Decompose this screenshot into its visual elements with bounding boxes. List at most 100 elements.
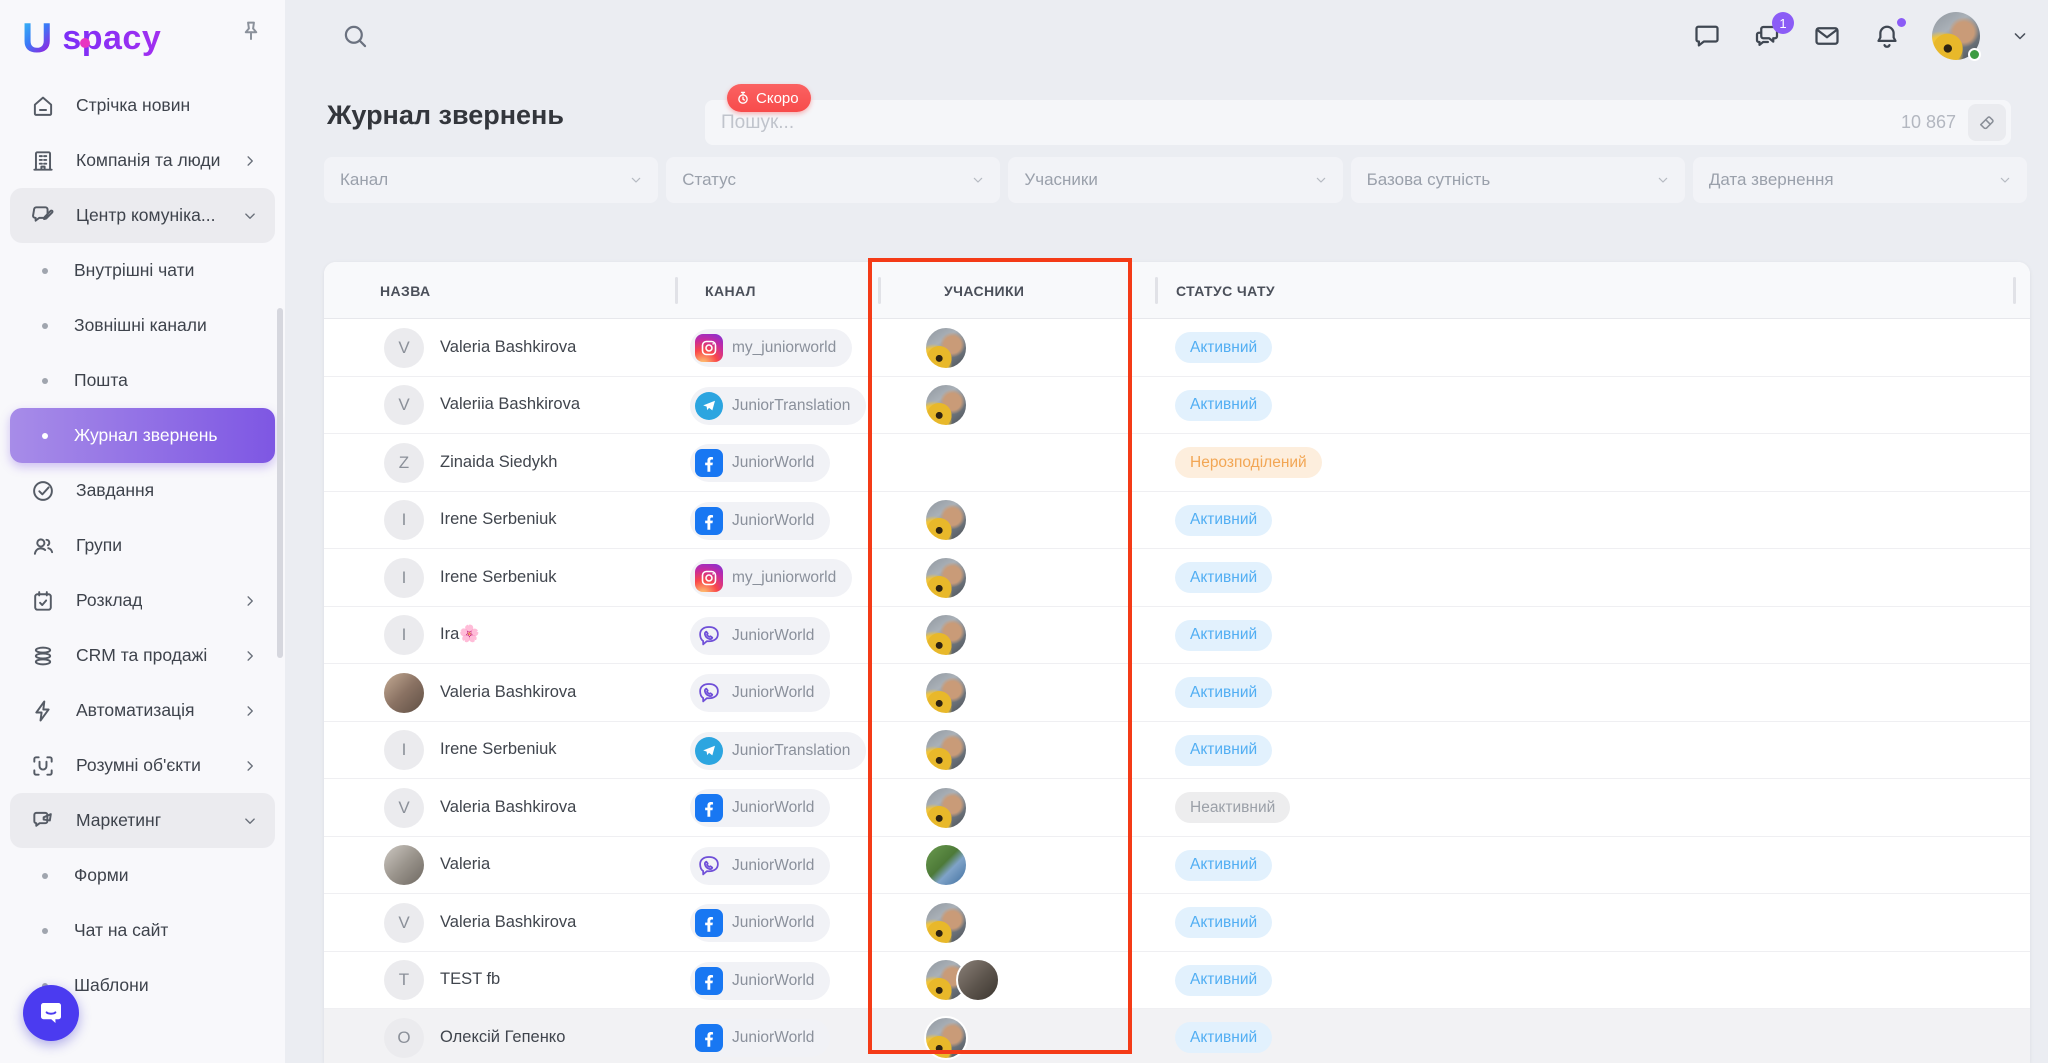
contact-name: Valeria Bashkirova bbox=[440, 894, 576, 951]
filter-dropdown[interactable]: Канал bbox=[324, 157, 658, 203]
sidebar-item[interactable]: Розклад bbox=[10, 573, 275, 628]
sidebar-item[interactable]: Розумні об'єкти bbox=[10, 738, 275, 793]
name-avatar: T bbox=[384, 960, 424, 1000]
channel-pill: my_juniorworld bbox=[690, 559, 852, 597]
sidebar-item[interactable]: Компанія та люди bbox=[10, 133, 275, 188]
name-avatar: Z bbox=[384, 443, 424, 483]
channel-pill: JuniorTranslation bbox=[690, 387, 866, 425]
participant-avatar bbox=[924, 728, 968, 772]
table-row[interactable]: Valeria BashkirovaJuniorWorldАктивний bbox=[324, 664, 2030, 722]
channel-label: JuniorWorld bbox=[732, 1029, 814, 1047]
comment-icon bbox=[1692, 21, 1722, 51]
bullet-icon bbox=[42, 268, 48, 274]
channel-label: JuniorWorld bbox=[732, 914, 814, 932]
chevron-down-icon bbox=[970, 172, 986, 188]
channel-label: JuniorTranslation bbox=[732, 397, 850, 415]
sidebar-item[interactable]: Стрічка новин bbox=[10, 78, 275, 133]
sidebar-item-label: Групи bbox=[76, 535, 122, 556]
chat-status-badge: Активний bbox=[1175, 1022, 1272, 1053]
page-title: Журнал звернень bbox=[327, 100, 564, 131]
facebook-icon bbox=[695, 449, 723, 477]
logo-dot bbox=[80, 38, 90, 48]
table-row[interactable]: VValeria BashkirovaJuniorWorldАктивний bbox=[324, 894, 2030, 952]
channel-pill: JuniorWorld bbox=[690, 617, 830, 655]
clear-search-button[interactable] bbox=[1968, 104, 2006, 141]
filter-dropdown[interactable]: Учасники bbox=[1008, 157, 1342, 203]
viber-icon bbox=[695, 679, 723, 707]
table-row[interactable]: VValeria Bashkirovamy_juniorworldАктивни… bbox=[324, 319, 2030, 377]
filter-label: Канал bbox=[340, 170, 388, 190]
participant-avatar bbox=[924, 613, 968, 657]
search-icon[interactable] bbox=[341, 22, 369, 50]
channel-label: JuniorWorld bbox=[732, 454, 814, 472]
sidebar: U spacy Стрічка новинКомпанія та люди Цен… bbox=[0, 0, 285, 1063]
bullet-icon bbox=[42, 873, 48, 879]
sidebar-item[interactable]: Автоматизація bbox=[10, 683, 275, 738]
pin-sidebar-icon[interactable] bbox=[237, 18, 265, 46]
table-row[interactable]: VValeria BashkirovaJuniorWorldНеактивний bbox=[324, 779, 2030, 837]
contact-name: TEST fb bbox=[440, 952, 500, 1009]
bell-button[interactable] bbox=[1872, 21, 1902, 51]
bullet-icon bbox=[42, 323, 48, 329]
column-header: КАНАЛ bbox=[705, 262, 756, 319]
participants-group bbox=[924, 843, 968, 887]
comment-button[interactable] bbox=[1692, 21, 1722, 51]
profile-menu-chevron[interactable] bbox=[2010, 26, 2030, 46]
chats-button[interactable]: 1 bbox=[1752, 21, 1782, 51]
participants-group bbox=[924, 901, 968, 945]
support-chat-button[interactable] bbox=[23, 985, 79, 1041]
filter-dropdown[interactable]: Дата звернення bbox=[1693, 157, 2027, 203]
facebook-icon bbox=[695, 967, 723, 995]
table-row[interactable]: IIrene SerbeniukJuniorWorldАктивний bbox=[324, 492, 2030, 550]
sidebar-item[interactable]: CRM та продажі bbox=[10, 628, 275, 683]
table-header: НАЗВАКАНАЛУЧАСНИКИСТАТУС ЧАТУ bbox=[324, 262, 2030, 319]
facebook-icon bbox=[695, 507, 723, 535]
table-row[interactable]: ZZinaida SiedykhJuniorWorldНерозподілени… bbox=[324, 434, 2030, 492]
requests-table: НАЗВАКАНАЛУЧАСНИКИСТАТУС ЧАТУ VValeria B… bbox=[324, 262, 2030, 1063]
sidebar-item[interactable]: Внутрішні чати bbox=[10, 243, 275, 298]
participants-group bbox=[924, 613, 968, 657]
chat-status-badge: Активний bbox=[1175, 620, 1272, 651]
sidebar-item[interactable]: Журнал звернень bbox=[10, 408, 275, 463]
filter-dropdown[interactable]: Статус bbox=[666, 157, 1000, 203]
sidebar-item[interactable]: Завдання bbox=[10, 463, 275, 518]
telegram-icon bbox=[695, 737, 723, 765]
table-row[interactable]: IIrene SerbeniukJuniorTranslationАктивни… bbox=[324, 722, 2030, 780]
sidebar-item-label: Розклад bbox=[76, 590, 142, 611]
check-circle-icon bbox=[30, 478, 56, 504]
sidebar-scrollbar[interactable] bbox=[277, 308, 283, 658]
sidebar-item[interactable]: Чат на сайт bbox=[10, 903, 275, 958]
sidebar-item-label: Центр комуніка... bbox=[76, 205, 215, 226]
stopwatch-icon bbox=[735, 90, 751, 106]
table-row[interactable]: VValeriia BashkirovaJuniorTranslationАкт… bbox=[324, 377, 2030, 435]
sidebar-item[interactable]: Маркетинг bbox=[10, 793, 275, 848]
sidebar-item[interactable]: Зовнішні канали bbox=[10, 298, 275, 353]
channel-label: JuniorWorld bbox=[732, 512, 814, 530]
table-row[interactable]: TTEST fbJuniorWorldАктивний bbox=[324, 952, 2030, 1010]
filter-label: Базова сутність bbox=[1367, 170, 1491, 190]
logo[interactable]: U spacy bbox=[22, 14, 161, 62]
user-avatar[interactable] bbox=[1932, 12, 1980, 60]
sidebar-nav: Стрічка новинКомпанія та люди Центр комун… bbox=[0, 78, 285, 1013]
sidebar-item[interactable]: Форми bbox=[10, 848, 275, 903]
table-body: VValeria Bashkirovamy_juniorworldАктивни… bbox=[324, 319, 2030, 1063]
chevron-right-icon bbox=[241, 702, 259, 720]
sidebar-item[interactable]: Центр комуніка... bbox=[10, 188, 275, 243]
mail-button[interactable] bbox=[1812, 21, 1842, 51]
topbar: 1 bbox=[285, 0, 2048, 72]
table-row[interactable]: IIrene Serbeniukmy_juniorworldАктивний bbox=[324, 549, 2030, 607]
table-row[interactable]: ValeriaJuniorWorldАктивний bbox=[324, 837, 2030, 895]
sidebar-item-label: Розумні об'єкти bbox=[76, 755, 201, 776]
calendar-icon bbox=[30, 588, 56, 614]
logo-mark: U bbox=[22, 17, 52, 59]
table-row[interactable]: OОлексій ГепенкоJuniorWorldАктивний bbox=[324, 1009, 2030, 1063]
search-input[interactable] bbox=[705, 112, 1901, 134]
table-row[interactable]: IIra🌸JuniorWorldАктивний bbox=[324, 607, 2030, 665]
sidebar-item-label: Журнал звернень bbox=[74, 425, 218, 446]
sidebar-item[interactable]: Групи bbox=[10, 518, 275, 573]
search-bar: 10 867 bbox=[705, 100, 2011, 145]
chevron-down-icon bbox=[241, 812, 259, 830]
filter-dropdown[interactable]: Базова сутність bbox=[1351, 157, 1685, 203]
sidebar-item-label: Чат на сайт bbox=[74, 920, 168, 941]
sidebar-item[interactable]: Пошта bbox=[10, 353, 275, 408]
